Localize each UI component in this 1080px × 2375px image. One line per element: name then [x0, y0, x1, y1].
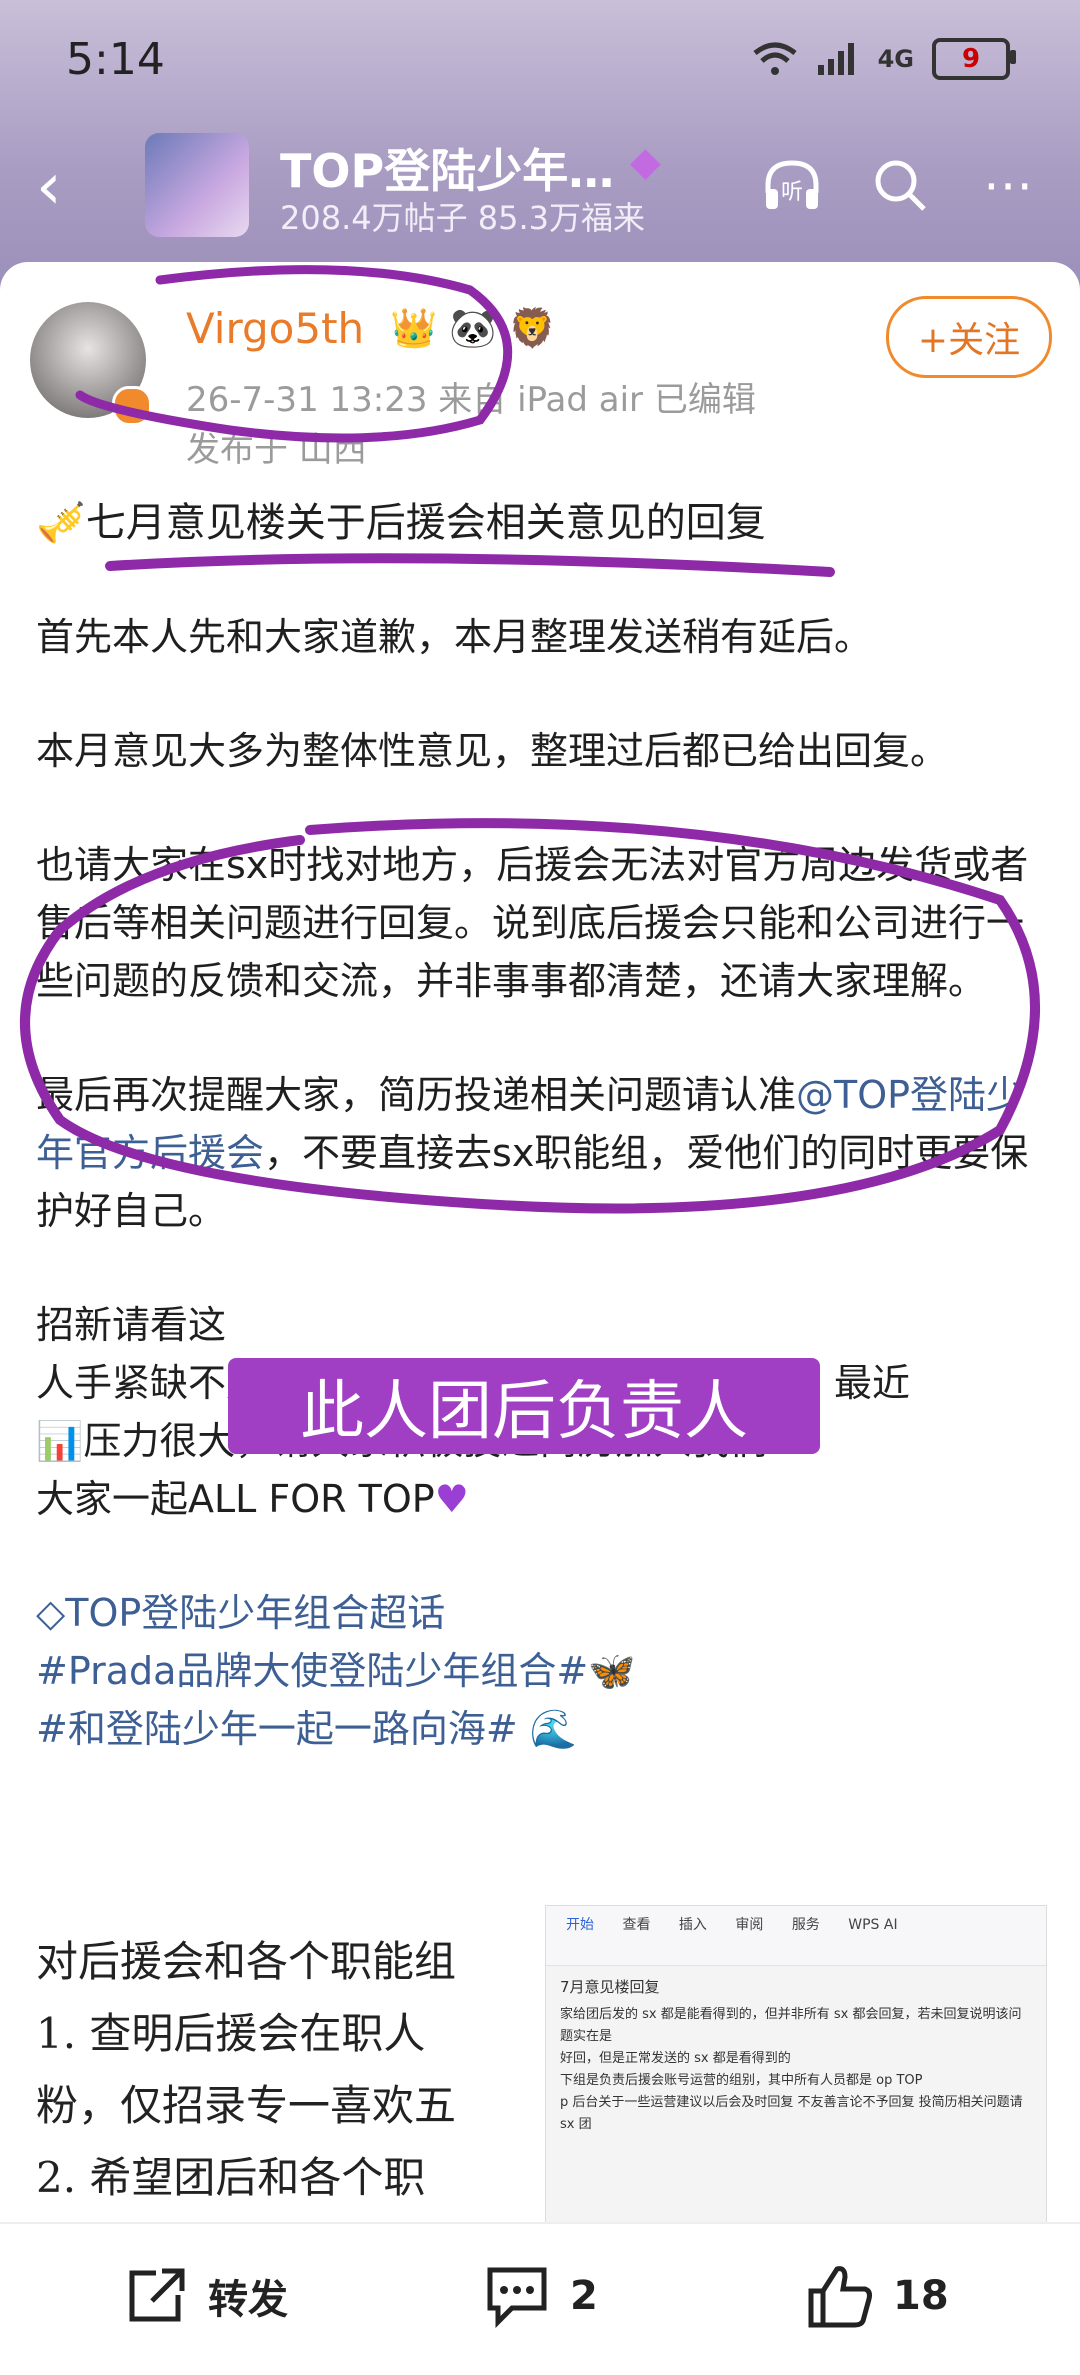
more-icon[interactable]: ⋯	[976, 153, 1040, 217]
author-name[interactable]: Virgo5th	[186, 304, 364, 353]
supertopic-link[interactable]: ◇TOP登陆少年组合超话	[36, 1584, 1046, 1642]
doc-tab: 服务	[791, 1917, 820, 1933]
doc-text-line: p 后台关于一些运营建议以后会及时回复 不友善言论不予回复 投简历相关问题请 s…	[560, 2095, 1023, 2132]
comment-count: 2	[570, 2273, 598, 2319]
wave-icon: 🌊	[529, 1707, 578, 1751]
search-icon[interactable]	[868, 153, 932, 217]
tag-2[interactable]: #Prada品牌大使登陆少年组合#	[36, 1649, 588, 1693]
like-button[interactable]: 18	[805, 2264, 949, 2328]
chart-emoji-icon: 📊	[36, 1419, 84, 1463]
butterfly-icon: 🦋	[588, 1649, 636, 1693]
wifi-icon	[753, 42, 797, 75]
trumpet-icon: 🎺	[36, 500, 86, 546]
doc-line-1: 对后援会和各个职能组	[36, 1937, 457, 1986]
battery-level: 9	[961, 44, 981, 74]
follow-button[interactable]: +关注	[886, 296, 1052, 378]
doc-body: 7月意见楼回复 家给团后发的 sx 都是能看得到的，但并非所有 sx 都会回复，…	[546, 1966, 1046, 2146]
diamond-icon: ◇	[36, 1591, 66, 1635]
lion-icon: 🦁	[508, 306, 557, 350]
purple-heart-icon: ♥	[434, 1477, 469, 1521]
para5-line-1: 招新请看这	[36, 1303, 227, 1347]
tag-1[interactable]: TOP登陆少年组合超话	[65, 1591, 445, 1635]
post-headline: 七月意见楼关于后援会相关意见的回复	[85, 500, 766, 546]
doc-line-4: 2. 希望团后和各个职	[36, 2153, 426, 2202]
back-icon[interactable]: ‹	[36, 155, 62, 219]
repost-icon	[120, 2264, 190, 2328]
post-body: 🎺七月意见楼关于后援会相关意见的回复 首先本人先和大家道歉，本月整理发送稍有延后…	[36, 494, 1046, 1758]
doc-tab: WPS AI	[848, 1917, 898, 1933]
doc-screenshot-thumbnail[interactable]: 开始 查看 插入 审阅 服务 WPS AI 7月意见楼回复 家给团后发的 sx …	[545, 1905, 1047, 2227]
doc-tab: 查看	[622, 1917, 651, 1933]
thumbs-up-icon	[805, 2264, 875, 2328]
doc-text-line: 好回，但是正常发送的 sx 都是看得到的	[560, 2051, 791, 2066]
panda-icon: 🐼	[449, 306, 497, 350]
overlay-caption: 此人团后负责人	[228, 1358, 820, 1454]
crown-icon: 👑	[390, 306, 438, 350]
post-location: 发布于 山西	[186, 430, 367, 470]
post-paragraph-2: 本月意见大多为整体性意见，整理过后都已给出回复。	[36, 729, 949, 773]
para4-text: 最后再次提醒大家，简历投递相关问题请认准	[36, 1073, 797, 1117]
post-paragraph-4: 最后再次提醒大家，简历投递相关问题请认准@TOP登陆少年官方后援会，不要直接去s…	[36, 1066, 1046, 1240]
listen-icon[interactable]: 听	[760, 153, 824, 217]
doc-tab: 审阅	[735, 1917, 764, 1933]
hashtag-link-2[interactable]: #和登陆少年一起一路向海# 🌊	[36, 1700, 1046, 1758]
group-stats: 208.4万帖子 85.3万福来	[280, 199, 646, 237]
comment-button[interactable]: 2	[482, 2264, 598, 2328]
doc-toolbar: 开始 查看 插入 审阅 服务 WPS AI	[546, 1906, 1046, 1966]
nav-bar: ‹ TOP登陆少年… ◆ 208.4万帖子 85.3万福来 听 ⋯	[0, 125, 1080, 245]
repost-label: 转发	[208, 2277, 288, 2323]
signal-icon	[817, 43, 854, 75]
doc-image-text[interactable]: 对后援会和各个职能组 1. 查明后援会在职人 粉，仅招录专一喜欢五 2. 希望团…	[36, 1926, 536, 2214]
post-meta: 26-7-31 13:23 来自 iPad air 已编辑	[186, 380, 756, 420]
nav-actions: 听 ⋯	[760, 153, 1040, 217]
hashtag-link-1[interactable]: #Prada品牌大使登陆少年组合#🦋	[36, 1642, 1046, 1700]
post-paragraph-1: 首先本人先和大家道歉，本月整理发送稍有延后。	[36, 615, 873, 659]
network-type: 4G	[877, 45, 914, 73]
doc-tab: 开始	[566, 1917, 594, 1933]
like-count: 18	[893, 2273, 949, 2319]
tag-3[interactable]: #和登陆少年一起一路向海#	[36, 1707, 518, 1751]
doc-title: 7月意见楼回复	[560, 1978, 660, 1996]
group-title[interactable]: TOP登陆少年…	[280, 135, 614, 201]
listen-label: 听	[781, 180, 803, 205]
repost-button[interactable]: 转发	[120, 2264, 288, 2328]
action-bar: 转发 2 18	[0, 2222, 1080, 2375]
battery-icon: 9	[932, 38, 1016, 80]
doc-line-3: 粉，仅招录专一喜欢五	[36, 2081, 457, 2130]
doc-line-2: 1. 查明后援会在职人	[36, 2009, 426, 2058]
vip-badge-icon	[112, 386, 152, 426]
doc-text-line: 家给团后发的 sx 都是能看得到的，但并非所有 sx 都会回复，若未回复说明该问…	[560, 2007, 1022, 2044]
tag-list: ◇TOP登陆少年组合超话 #Prada品牌大使登陆少年组合#🦋 #和登陆少年一起…	[36, 1584, 1046, 1758]
gem-icon: ◆	[630, 139, 661, 185]
status-icons: 4G 9	[752, 38, 1016, 80]
doc-tab: 插入	[678, 1917, 707, 1933]
doc-text-line: 下组是负责后援会账号运营的组别，其中所有人员都是 op TOP	[560, 2073, 923, 2088]
post-paragraph-3: 也请大家在sx时找对地方，后援会无法对官方周边发货或者售后等相关问题进行回复。说…	[36, 843, 1029, 1003]
comment-icon	[482, 2264, 552, 2328]
status-bar: 5:14 4G 9	[0, 0, 1080, 120]
para5-line-4: 大家一起ALL FOR TOP	[36, 1477, 435, 1521]
status-time: 5:14	[66, 34, 165, 85]
user-badges: 👑 🐼 🦁	[390, 306, 556, 351]
group-avatar[interactable]	[145, 133, 249, 237]
